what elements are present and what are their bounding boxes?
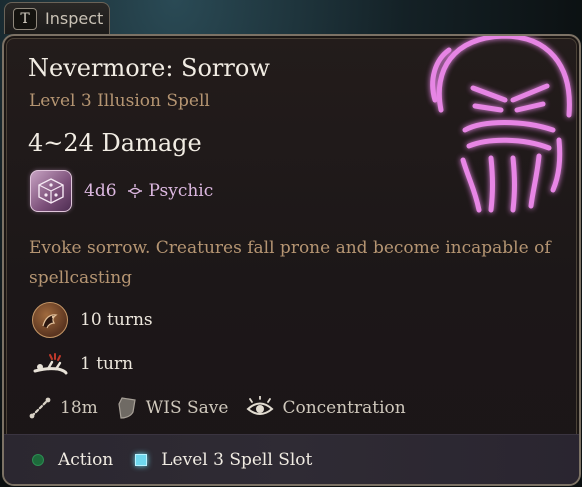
range-icon bbox=[29, 397, 51, 419]
action-label: Action bbox=[58, 449, 114, 470]
spell-description: Evoke sorrow. Creatures fall prone and b… bbox=[29, 238, 551, 288]
spell-properties: 18m WIS Save Concentration bbox=[28, 396, 424, 420]
effect-row[interactable]: 1 turn bbox=[32, 349, 133, 379]
psychic-die-icon bbox=[30, 170, 72, 212]
action-dot-icon bbox=[32, 453, 44, 466]
spell-slot-cost[interactable]: Level 3 Spell Slot bbox=[135, 450, 312, 470]
shield-icon bbox=[118, 397, 136, 419]
spell-title: Nevermore: Sorrow bbox=[28, 54, 270, 82]
resource-cost-bar: Action Level 3 Spell Slot bbox=[4, 434, 579, 484]
concentration-property[interactable]: Concentration bbox=[246, 396, 406, 420]
hotkey-badge: T bbox=[13, 7, 37, 30]
spell-subtitle: Level 3 Illusion Spell bbox=[29, 91, 210, 111]
spell-tooltip-card: Nevermore: Sorrow Level 3 Illusion Spell… bbox=[2, 34, 581, 486]
damage-range: 4~24 Damage bbox=[28, 129, 202, 157]
save-property[interactable]: WIS Save bbox=[116, 396, 229, 420]
range-value: 18m bbox=[60, 398, 98, 418]
inspect-tab[interactable]: T Inspect bbox=[4, 2, 110, 34]
concentration-label: Concentration bbox=[282, 398, 406, 418]
effect-row[interactable]: 10 turns bbox=[32, 302, 153, 338]
range-property[interactable]: 18m bbox=[28, 396, 98, 420]
action-cost[interactable]: Action bbox=[32, 450, 113, 470]
spell-slot-label: Level 3 Spell Slot bbox=[161, 449, 313, 470]
psychic-icon bbox=[127, 184, 142, 198]
save-type: WIS Save bbox=[145, 398, 229, 418]
effect-duration: 1 turn bbox=[80, 354, 134, 374]
prone-figure-icon bbox=[32, 349, 68, 379]
raven-portrait-icon bbox=[32, 302, 68, 338]
inspect-label: Inspect bbox=[45, 9, 104, 28]
dice-formula: 4d6 bbox=[84, 181, 117, 201]
damage-dice-row: 4d6 Psychic bbox=[30, 170, 213, 212]
damage-type: Psychic bbox=[148, 181, 214, 201]
spell-slot-icon bbox=[135, 453, 148, 466]
effect-duration: 10 turns bbox=[80, 310, 153, 330]
concentration-eye-icon bbox=[246, 396, 274, 415]
sorrow-face-icon bbox=[430, 36, 572, 213]
